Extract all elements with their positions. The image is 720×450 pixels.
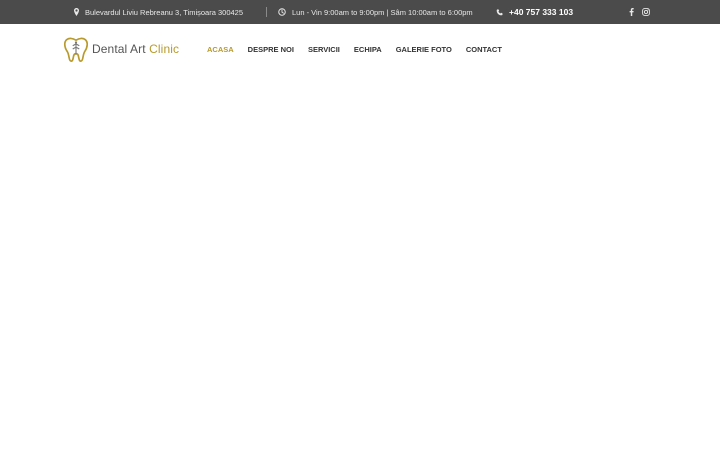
- opening-hours: Lun - Vin 9:00am to 9:00pm | Sâm 10:00am…: [278, 0, 473, 24]
- nav-item-despre-noi[interactable]: DESPRE NOI: [248, 45, 294, 54]
- nav-item-servicii[interactable]: SERVICII: [308, 45, 340, 54]
- logo-text-main: Dental Art: [92, 42, 150, 56]
- instagram-link[interactable]: [642, 0, 650, 24]
- address-info: Bulevardul Liviu Rebreanu 3, Timișoara 3…: [74, 0, 243, 24]
- topbar-divider: [266, 7, 267, 17]
- instagram-icon: [642, 8, 650, 16]
- main-nav: ACASA DESPRE NOI SERVICII ECHIPA GALERIE…: [207, 24, 516, 74]
- page-content: [0, 74, 720, 450]
- clock-icon: [278, 8, 286, 16]
- phone-link[interactable]: +40 757 333 103: [496, 0, 573, 24]
- nav-item-galerie-foto[interactable]: GALERIE FOTO: [396, 45, 452, 54]
- map-marker-icon: [74, 8, 79, 16]
- hours-text: Lun - Vin 9:00am to 9:00pm | Sâm 10:00am…: [292, 7, 473, 17]
- nav-item-contact[interactable]: CONTACT: [466, 45, 502, 54]
- tooth-logo-icon: [63, 37, 89, 62]
- nav-item-acasa[interactable]: ACASA: [207, 45, 234, 54]
- facebook-link[interactable]: [629, 0, 634, 24]
- logo-text: Dental Art Clinic: [92, 42, 179, 56]
- facebook-icon: [629, 8, 634, 16]
- site-logo[interactable]: Dental Art Clinic: [62, 34, 179, 64]
- phone-text: +40 757 333 103: [509, 7, 574, 17]
- logo-text-accent: Clinic: [149, 42, 180, 56]
- top-bar: Bulevardul Liviu Rebreanu 3, Timișoara 3…: [0, 0, 720, 24]
- phone-icon: [496, 8, 503, 15]
- nav-item-echipa[interactable]: ECHIPA: [354, 45, 382, 54]
- address-text: Bulevardul Liviu Rebreanu 3, Timișoara 3…: [85, 7, 244, 17]
